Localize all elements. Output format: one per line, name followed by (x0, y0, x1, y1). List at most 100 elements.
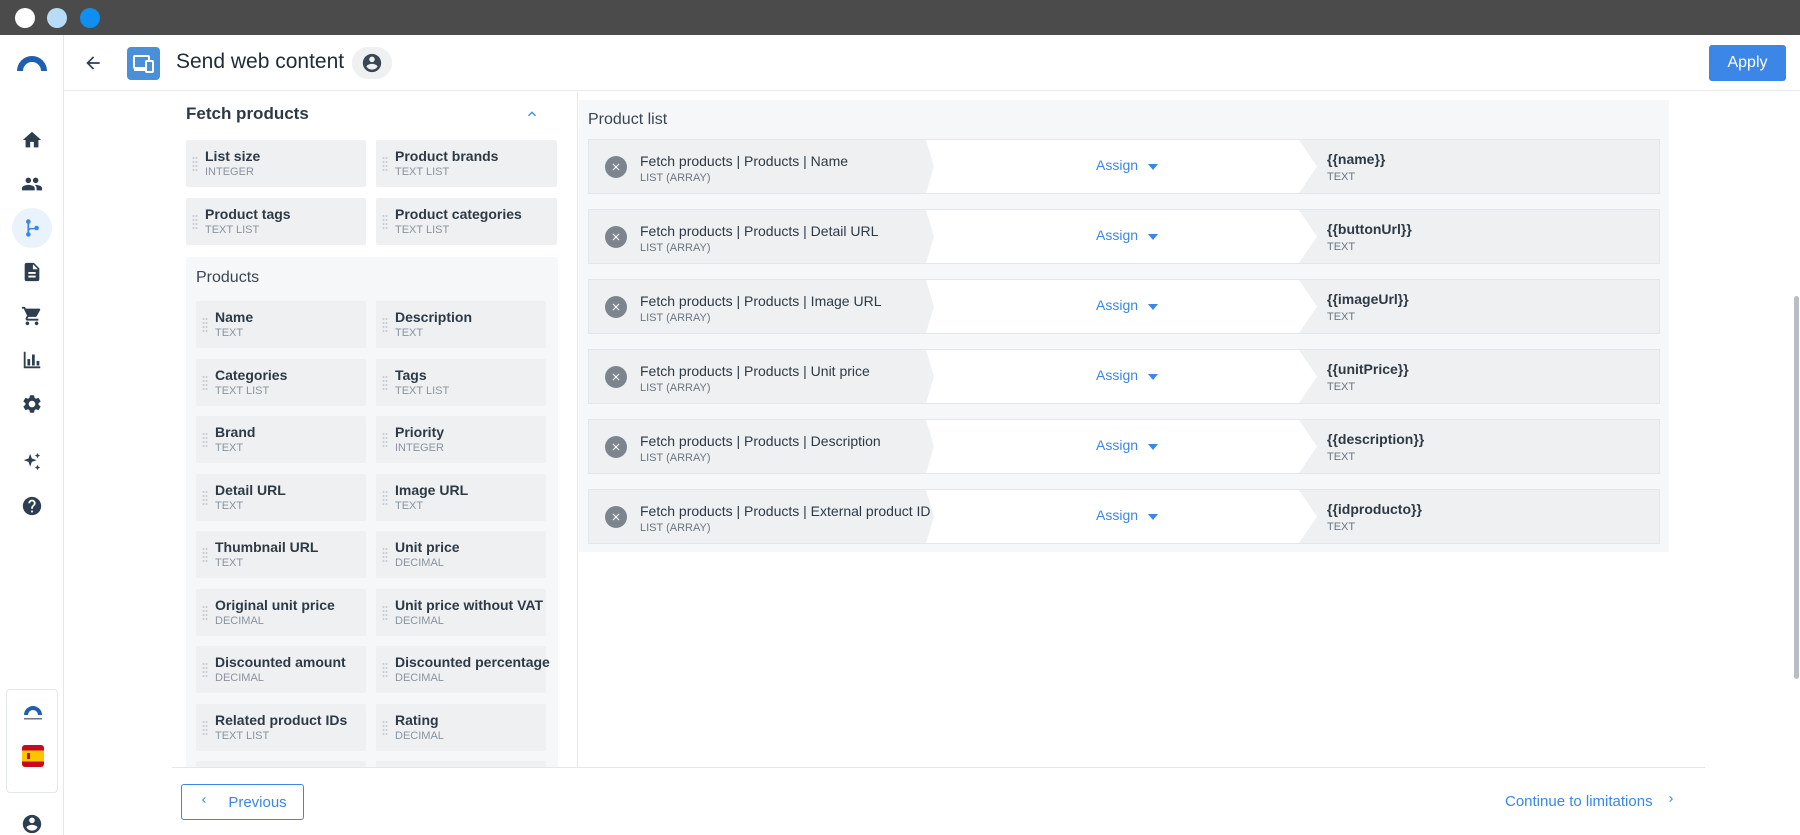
remove-mapping-icon[interactable] (605, 366, 627, 388)
cart-icon[interactable] (12, 296, 52, 336)
drag-handle-icon[interactable] (382, 156, 388, 172)
continue-label: Continue to limitations (1505, 792, 1653, 810)
target-variable-type: TEXT (1327, 311, 1356, 323)
field-type: INTEGER (205, 166, 254, 178)
chevron-left-icon (198, 793, 210, 811)
scrollbar-thumb[interactable] (1794, 296, 1799, 679)
user-profile-icon[interactable] (12, 804, 52, 835)
drag-handle-icon[interactable] (382, 214, 388, 230)
field-name: Related product IDs (215, 711, 348, 728)
field-name: Tags (395, 366, 427, 383)
continue-link[interactable]: Continue to limitations (1505, 792, 1677, 810)
apply-button[interactable]: Apply (1709, 45, 1786, 81)
contacts-icon[interactable] (12, 164, 52, 204)
remove-mapping-icon[interactable] (605, 436, 627, 458)
window-close-dot[interactable] (15, 8, 35, 28)
field-card[interactable]: Tags TEXT LIST (376, 358, 546, 406)
spain-flag-icon[interactable] (22, 745, 44, 767)
drag-handle-icon[interactable] (202, 375, 208, 391)
field-card[interactable]: Unit price without VAT DECIMAL (376, 588, 546, 636)
field-card[interactable]: Product brands TEXT LIST (376, 140, 557, 187)
field-card[interactable]: Name TEXT (196, 301, 366, 348)
drag-handle-icon[interactable] (382, 317, 388, 333)
home-icon[interactable] (12, 120, 52, 160)
field-card[interactable]: Original unit price DECIMAL (196, 588, 366, 636)
assign-dropdown[interactable]: Assign (1096, 227, 1159, 243)
field-type: TEXT (215, 499, 244, 512)
target-variable: {{buttonUrl}} (1327, 221, 1412, 237)
drag-handle-icon[interactable] (382, 720, 388, 736)
remove-mapping-icon[interactable] (605, 296, 627, 318)
drag-handle-icon[interactable] (382, 432, 388, 448)
product-list-title: Product list (588, 111, 668, 128)
drag-handle-icon[interactable] (382, 547, 388, 563)
assign-dropdown[interactable]: Assign (1096, 157, 1159, 173)
field-card[interactable]: Related product IDs TEXT LIST (196, 703, 366, 751)
remove-mapping-icon[interactable] (605, 156, 627, 178)
chart-icon[interactable] (12, 340, 52, 380)
field-type: TEXT (395, 499, 424, 512)
workflow-icon[interactable] (12, 208, 52, 248)
drag-handle-icon[interactable] (382, 375, 388, 391)
field-card[interactable]: Image URL TEXT (376, 473, 546, 521)
drag-handle-icon[interactable] (382, 662, 388, 678)
field-card[interactable]: Thumbnail URL TEXT (196, 531, 366, 578)
field-card[interactable]: Priority INTEGER (376, 416, 546, 463)
drag-handle-icon[interactable] (202, 547, 208, 563)
window-maximize-dot[interactable] (80, 8, 100, 28)
assign-dropdown[interactable]: Assign (1096, 297, 1159, 313)
gear-icon[interactable] (12, 384, 52, 424)
company-logo-icon[interactable] (21, 704, 45, 722)
drag-handle-icon[interactable] (202, 490, 208, 506)
assign-dropdown[interactable]: Assign (1096, 437, 1159, 453)
drag-handle-icon[interactable] (192, 156, 198, 172)
field-card[interactable]: Unit price DECIMAL (376, 531, 546, 578)
field-card[interactable]: Product categories TEXT LIST (376, 198, 557, 245)
drag-handle-icon[interactable] (382, 605, 388, 621)
caret-down-icon (1148, 157, 1159, 173)
drag-handle-icon[interactable] (202, 662, 208, 678)
drag-handle-icon[interactable] (192, 214, 198, 230)
assign-dropdown[interactable]: Assign (1096, 507, 1159, 523)
field-card[interactable]: List size INTEGER (186, 140, 366, 187)
field-name: Image URL (395, 481, 469, 498)
chevron-up-icon[interactable] (524, 106, 540, 122)
field-type: DECIMAL (395, 614, 444, 627)
audience-user-icon[interactable] (352, 47, 392, 79)
field-card[interactable]: Discounted amount DECIMAL (196, 646, 366, 693)
field-card[interactable]: Detail URL TEXT (196, 473, 366, 521)
drag-handle-icon[interactable] (382, 490, 388, 506)
sparkles-icon[interactable] (12, 442, 52, 482)
help-icon[interactable] (12, 486, 52, 526)
drag-handle-icon[interactable] (202, 317, 208, 333)
field-type: TEXT (395, 327, 424, 339)
assign-label: Assign (1096, 157, 1139, 173)
target-variable: {{description}} (1327, 431, 1425, 447)
field-card[interactable]: Categories TEXT LIST (196, 358, 366, 406)
target-variable: {{idproducto}} (1327, 501, 1422, 517)
field-card[interactable]: Rating DECIMAL (376, 703, 546, 751)
field-name: Priority (395, 424, 445, 440)
drag-handle-icon[interactable] (202, 432, 208, 448)
remove-mapping-icon[interactable] (605, 506, 627, 528)
window-minimize-dot[interactable] (47, 8, 67, 28)
field-name: Thumbnail URL (215, 539, 319, 555)
field-card[interactable]: Description TEXT (376, 301, 546, 348)
remove-mapping-icon[interactable] (605, 226, 627, 248)
source-field-type: LIST (ARRAY) (640, 382, 711, 394)
field-card[interactable]: Discounted percentage DECIMAL (376, 646, 550, 693)
mapping-row: Fetch products | Products | Name LIST (AR… (588, 139, 1660, 194)
page-title: Send web content (176, 50, 345, 73)
drag-handle-icon[interactable] (202, 720, 208, 736)
fetch-products-title: Fetch products (186, 104, 309, 123)
drag-handle-icon[interactable] (202, 605, 208, 621)
field-name: Unit price (395, 539, 460, 555)
assign-dropdown[interactable]: Assign (1096, 367, 1159, 383)
field-name: List size (205, 148, 261, 164)
field-card[interactable]: Brand TEXT (196, 416, 366, 463)
field-card[interactable]: Product tags TEXT LIST (186, 198, 366, 245)
document-icon[interactable] (12, 252, 52, 292)
previous-button[interactable]: Previous (181, 784, 304, 820)
back-arrow-icon[interactable] (78, 48, 108, 78)
brand-logo-icon[interactable] (15, 53, 49, 73)
